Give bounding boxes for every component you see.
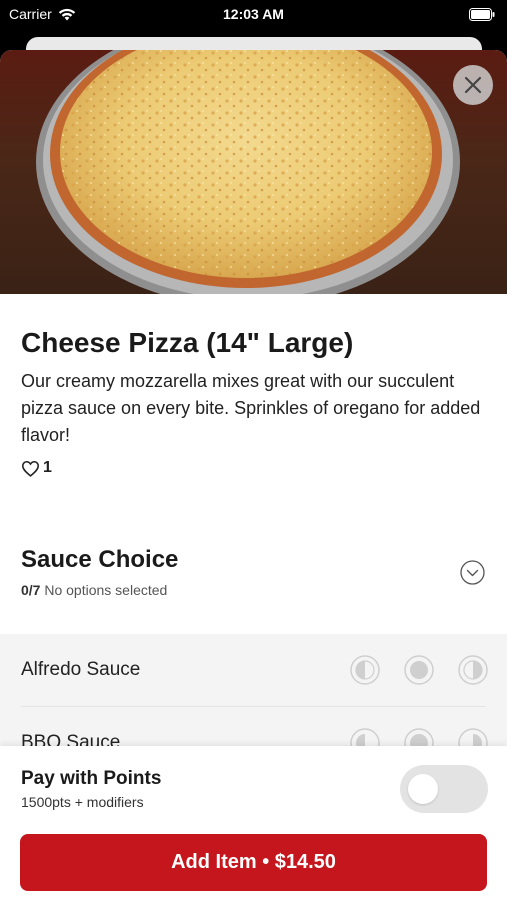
points-cost: 1500pts + modifiers	[21, 794, 144, 810]
heart-icon	[21, 460, 40, 477]
add-item-button[interactable]: Add Item • $14.50	[20, 834, 487, 891]
selection-status: No options selected	[44, 582, 168, 598]
like-count: 1	[43, 459, 52, 476]
option-label: Alfredo Sauce	[21, 659, 141, 680]
close-icon	[464, 76, 482, 94]
item-description: Our creamy mozzarella mixes great with o…	[21, 371, 481, 445]
item-detail-sheet: Cheese Pizza (14" Large) Our creamy mozz…	[0, 50, 507, 900]
pay-with-points-toggle[interactable]	[400, 765, 488, 813]
left-half-icon[interactable]	[350, 655, 380, 685]
right-half-icon[interactable]	[458, 655, 488, 685]
pizza-illustration	[36, 50, 460, 294]
pay-with-points-label: Pay with Points	[21, 768, 162, 789]
battery-icon	[469, 8, 495, 21]
item-title: Cheese Pizza (14" Large)	[21, 327, 354, 358]
status-bar: Carrier 12:03 AM	[0, 0, 507, 30]
section-title: Sauce Choice	[21, 546, 179, 573]
list-item[interactable]: Alfredo Sauce	[0, 634, 507, 707]
selection-count: 0/7	[21, 582, 41, 598]
whole-icon[interactable]	[404, 655, 434, 685]
item-image	[0, 50, 507, 294]
status-time: 12:03 AM	[223, 6, 284, 22]
chevron-down-icon[interactable]	[460, 560, 485, 585]
close-button[interactable]	[453, 65, 493, 105]
section-status: 0/7 No options selected	[21, 582, 167, 598]
like-button[interactable]: 1	[21, 459, 52, 477]
checkout-footer: Pay with Points 1500pts + modifiers Add …	[0, 746, 507, 900]
toggle-knob	[408, 774, 438, 804]
